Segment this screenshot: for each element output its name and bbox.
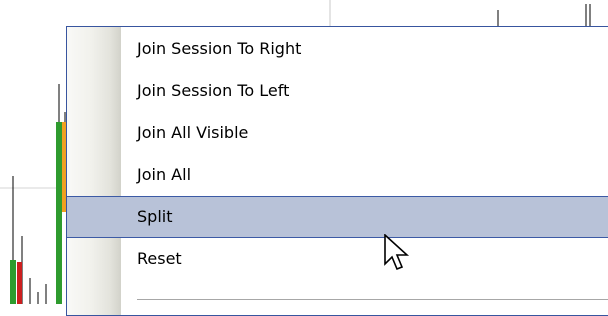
- candle-body-green: [56, 122, 62, 304]
- menu-item-join-all[interactable]: Join All: [67, 154, 608, 196]
- context-menu: Join Session To Right Join Session To Le…: [66, 26, 608, 316]
- menu-item-split[interactable]: Split: [67, 196, 608, 238]
- menu-item-label: Split: [137, 207, 173, 226]
- menu-item-label: Join Session To Right: [137, 39, 302, 58]
- menu-item-label: Join All: [137, 165, 192, 184]
- menu-separator: [137, 299, 608, 300]
- menu-items: Join Session To Right Join Session To Le…: [67, 28, 608, 280]
- menu-item-reset[interactable]: Reset: [67, 238, 608, 280]
- arrow-cursor-icon: [383, 233, 411, 274]
- menu-item-label: Reset: [137, 249, 182, 268]
- menu-item-label: Join Session To Left: [137, 81, 290, 100]
- menu-item-label: Join All Visible: [137, 123, 249, 142]
- candle-body-red: [17, 262, 22, 304]
- candle-body-green: [10, 260, 16, 304]
- menu-item-join-session-to-right[interactable]: Join Session To Right: [67, 28, 608, 70]
- menu-item-join-session-to-left[interactable]: Join Session To Left: [67, 70, 608, 112]
- menu-item-join-all-visible[interactable]: Join All Visible: [67, 112, 608, 154]
